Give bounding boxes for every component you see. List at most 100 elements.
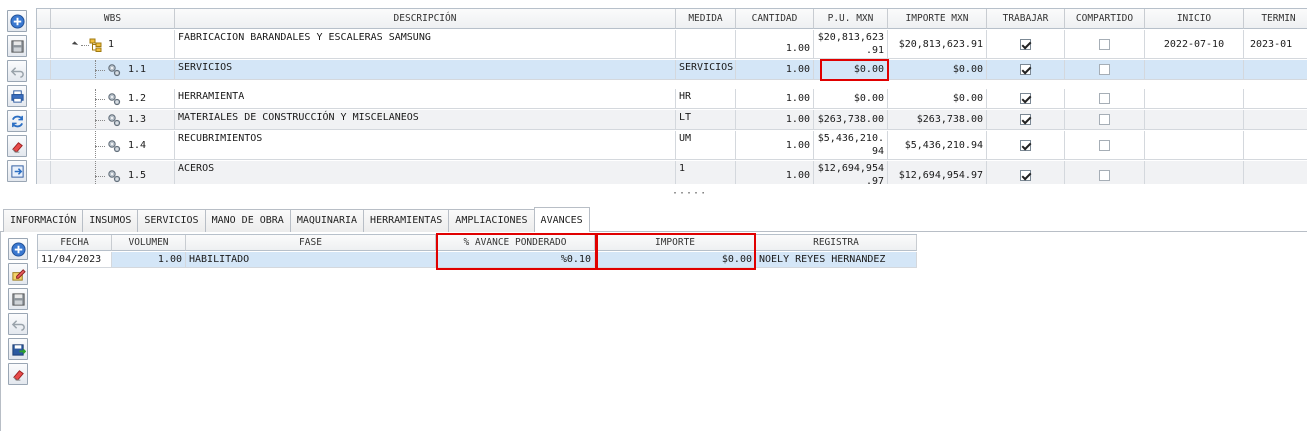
table-row[interactable]: 1.5 ACEROS 1 1.00 $12,694,954.97 $12,694,954.… (37, 161, 1307, 184)
trabajar-cell[interactable] (987, 30, 1065, 59)
column-header-trabajar[interactable]: TRABAJAR (987, 9, 1065, 29)
export-button[interactable] (7, 160, 27, 182)
erase-avance-button[interactable] (8, 363, 28, 385)
cantidad-cell[interactable]: 1.00 (736, 60, 814, 80)
avance-ponderado[interactable]: %0.10 (436, 252, 595, 268)
compartido-checkbox[interactable] (1099, 139, 1110, 151)
termino-cell[interactable] (1244, 89, 1307, 109)
trabajar-cell[interactable] (987, 131, 1065, 160)
compartido-checkbox[interactable] (1099, 64, 1110, 75)
compartido-cell[interactable] (1065, 30, 1145, 59)
avance-registra[interactable]: NOELY REYES HERNANDEZ (756, 252, 917, 268)
inicio-cell[interactable] (1145, 110, 1244, 130)
avance-volumen[interactable]: 1.00 (112, 252, 186, 268)
compartido-checkbox[interactable] (1099, 93, 1110, 104)
column-header-volumen[interactable]: VOLUMEN (112, 235, 186, 251)
avance-importe[interactable]: $0.00 (595, 252, 756, 268)
column-header-fecha[interactable]: FECHA (38, 235, 112, 251)
descripcion-cell[interactable]: MATERIALES DE CONSTRUCCIÓN Y MISCELANEOS (175, 110, 676, 130)
pu-cell[interactable]: $0.00 (814, 89, 888, 109)
trabajar-cell[interactable] (987, 60, 1065, 80)
termino-cell[interactable] (1244, 110, 1307, 130)
cantidad-cell[interactable]: 1.00 (736, 131, 814, 160)
column-header-cantidad[interactable]: CANTIDAD (736, 9, 814, 29)
descripcion-cell[interactable]: ACEROS (175, 161, 676, 184)
trabajar-checkbox[interactable] (1020, 114, 1031, 125)
wbs-cell[interactable]: 1.4 (51, 131, 175, 160)
medida-cell[interactable]: UM (676, 131, 736, 160)
table-row[interactable]: 1 FABRICACION BARANDALES Y ESCALERAS SAMS… (37, 30, 1307, 59)
compartido-checkbox[interactable] (1099, 114, 1110, 125)
column-header-pu[interactable]: P.U. MXN (814, 9, 888, 29)
wbs-cell[interactable]: 1.1 (51, 60, 175, 80)
add-avance-button[interactable] (8, 238, 28, 260)
medida-cell[interactable]: SERVICIOS (676, 60, 736, 80)
tab-insumos[interactable]: INSUMOS (82, 209, 139, 232)
column-header-registra[interactable]: REGISTRA (756, 235, 917, 251)
table-row[interactable]: 1.1 SERVICIOS SERVICIOS 1.00 $0.00 $0.00 (37, 60, 1307, 80)
column-header-fase[interactable]: FASE (186, 235, 436, 251)
descripcion-cell[interactable]: FABRICACION BARANDALES Y ESCALERAS SAMSU… (175, 30, 676, 59)
panel-splitter[interactable]: ····· (672, 188, 707, 199)
compartido-checkbox[interactable] (1099, 38, 1110, 50)
row-indicator-cell[interactable] (37, 131, 51, 160)
tab-herramientas[interactable]: HERRAMIENTAS (363, 209, 450, 232)
cantidad-cell[interactable]: 1.00 (736, 161, 814, 184)
trabajar-checkbox[interactable] (1020, 38, 1031, 50)
row-indicator-cell[interactable] (37, 89, 51, 109)
refresh-button[interactable] (7, 110, 27, 132)
cantidad-cell[interactable]: 1.00 (736, 89, 814, 109)
cantidad-cell[interactable]: 1.00 (736, 30, 814, 59)
wbs-cell[interactable]: 1 (51, 30, 175, 59)
row-indicator-cell[interactable] (37, 60, 51, 80)
tab-ampliaciones[interactable]: AMPLIACIONES (448, 209, 535, 232)
edit-avance-button[interactable] (8, 263, 28, 285)
inicio-cell[interactable] (1145, 161, 1244, 184)
trabajar-cell[interactable] (987, 89, 1065, 109)
row-indicator-cell[interactable] (37, 110, 51, 130)
inicio-cell[interactable] (1145, 60, 1244, 80)
tab-informacion[interactable]: INFORMACIÓN (3, 209, 84, 232)
importe-cell[interactable]: $5,436,210.94 (888, 131, 987, 160)
tab-servicios[interactable]: SERVICIOS (137, 209, 206, 232)
importe-cell[interactable]: $0.00 (888, 89, 987, 109)
trabajar-checkbox[interactable] (1020, 169, 1031, 181)
tab-avances[interactable]: AVANCES (533, 207, 590, 232)
save-button[interactable] (7, 35, 27, 57)
pu-cell[interactable]: $263,738.00 (814, 110, 888, 130)
inicio-cell[interactable]: 2022-07-10 (1145, 30, 1244, 59)
table-row[interactable]: 1.3 MATERIALES DE CONSTRUCCIÓN Y MISCELAN… (37, 110, 1307, 130)
add-button[interactable] (7, 10, 27, 32)
tree-collapse-icon[interactable] (71, 41, 79, 48)
compartido-cell[interactable] (1065, 89, 1145, 109)
inicio-cell[interactable] (1145, 131, 1244, 160)
termino-cell[interactable] (1244, 161, 1307, 184)
row-indicator-cell[interactable] (37, 161, 51, 184)
compartido-cell[interactable] (1065, 161, 1145, 184)
compartido-cell[interactable] (1065, 110, 1145, 130)
cantidad-cell[interactable]: 1.00 (736, 110, 814, 130)
column-header-importe-avance[interactable]: IMPORTE (595, 235, 756, 251)
pu-cell[interactable]: $5,436,210. 94 (814, 131, 888, 160)
column-header-compartido[interactable]: COMPARTIDO (1065, 9, 1145, 29)
avance-fecha[interactable]: 11/04/2023 (38, 252, 112, 268)
importe-cell[interactable]: $12,694,954.97 (888, 161, 987, 184)
wbs-cell[interactable]: 1.2 (51, 89, 175, 109)
undo-button[interactable] (7, 60, 27, 82)
column-header-termino[interactable]: TERMIN (1244, 9, 1307, 29)
export-avance-button[interactable] (8, 338, 28, 360)
wbs-cell[interactable]: 1.5 (51, 161, 175, 184)
column-header-wbs[interactable]: WBS (51, 9, 175, 29)
medida-cell[interactable] (676, 30, 736, 59)
print-button[interactable] (7, 85, 27, 107)
undo-avance-button[interactable] (8, 313, 28, 335)
compartido-cell[interactable] (1065, 60, 1145, 80)
descripcion-cell[interactable]: HERRAMIENTA (175, 89, 676, 109)
save-avance-button[interactable] (8, 288, 28, 310)
table-row[interactable]: 1.4 RECUBRIMIENTOS UM 1.00 $5,436,210. 94 $5,4… (37, 131, 1307, 160)
medida-cell[interactable]: 1 (676, 161, 736, 184)
medida-cell[interactable]: HR (676, 89, 736, 109)
erase-button[interactable] (7, 135, 27, 157)
trabajar-cell[interactable] (987, 161, 1065, 184)
table-row[interactable]: 11/04/2023 1.00 HABILITADO %0.10 $0.00 N… (38, 252, 917, 268)
